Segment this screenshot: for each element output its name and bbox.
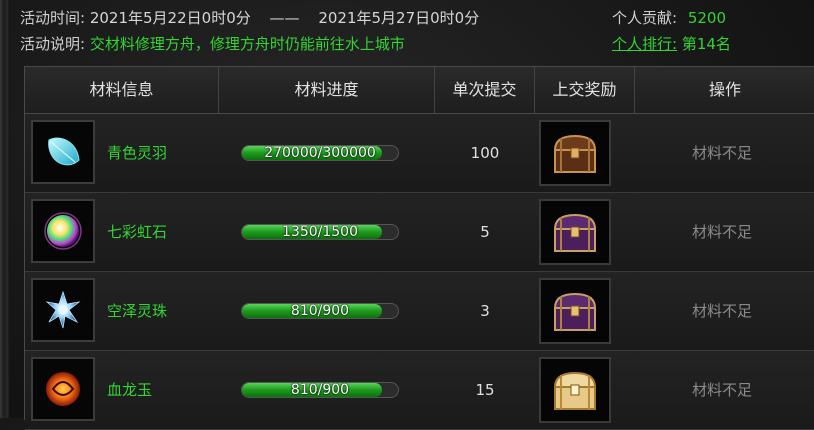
reward-slot[interactable] [539, 120, 611, 186]
cyan-feather-icon [48, 137, 80, 166]
blood-dragon-jade-icon [46, 372, 80, 406]
rank-value: 第14名 [681, 35, 731, 53]
window-frame [0, 0, 10, 418]
event-desc-label: 活动说明: [20, 35, 86, 53]
event-time-label: 活动时间: [20, 9, 86, 27]
progress-text: 810/900 [290, 303, 350, 319]
reward-slot[interactable] [539, 278, 611, 344]
rank: 个人排行: 第14名 [612, 34, 731, 54]
progress-text: 270000/300000 [264, 145, 376, 161]
col-single-submit: 单次提交 [435, 67, 535, 113]
submit-quantity: 100 [470, 144, 500, 162]
material-name: 血龙玉 [107, 381, 153, 399]
submit-quantity: 5 [480, 223, 490, 241]
material-name: 七彩虹石 [107, 223, 168, 241]
progress-text: 810/900 [290, 382, 350, 398]
progress-bar: 270000/300000 [241, 145, 399, 161]
action-status: 材料不足 [691, 302, 752, 320]
table-row: 血龙玉 810/900 15 材料不足 [25, 351, 814, 430]
col-material-info: 材料信息 [25, 67, 219, 113]
material-name: 青色灵羽 [107, 144, 168, 162]
submit-quantity: 3 [480, 302, 490, 320]
item-slot[interactable] [31, 120, 95, 184]
reward-slot[interactable] [539, 357, 611, 423]
bronze-chest-icon [553, 134, 597, 173]
submit-quantity: 15 [475, 381, 495, 399]
col-reward: 上交奖励 [535, 67, 635, 113]
event-time: 活动时间: 2021年5月22日0时0分 —— 2021年5月27日0时0分 [20, 8, 479, 28]
event-dash: —— [269, 9, 300, 27]
materials-table: 材料信息 材料进度 单次提交 上交奖励 操作 青色灵羽 270000/30000… [24, 66, 814, 430]
purple-chest-icon [553, 213, 597, 252]
gold-chest-icon [553, 371, 597, 410]
table-row: 七彩虹石 1350/1500 5 材料不足 [25, 193, 814, 272]
table-row: 青色灵羽 270000/300000 100 材料不足 [25, 114, 814, 193]
item-slot[interactable] [31, 278, 95, 342]
purple-chest-icon [553, 292, 597, 331]
material-name: 空泽灵珠 [107, 302, 168, 320]
item-slot[interactable] [31, 357, 95, 421]
rank-link[interactable]: 个人排行: [612, 35, 677, 53]
progress-bar: 810/900 [241, 382, 399, 398]
event-end: 2021年5月27日0时0分 [318, 9, 480, 27]
progress-bar: 810/900 [241, 303, 399, 319]
event-desc: 活动说明: 交材料修理方舟，修理方舟时仍能前往水上城市 [20, 34, 405, 54]
table-row: 空泽灵珠 810/900 3 材料不足 [25, 272, 814, 351]
reward-slot[interactable] [539, 199, 611, 265]
event-start: 2021年5月22日0时0分 [89, 9, 251, 27]
rainbow-stone-icon [44, 212, 82, 250]
action-status: 材料不足 [691, 381, 752, 399]
action-status: 材料不足 [691, 223, 752, 241]
spirit-pearl-icon [45, 290, 81, 329]
col-action: 操作 [708, 80, 741, 99]
item-slot[interactable] [31, 199, 95, 263]
contribution-label: 个人贡献: [612, 9, 678, 27]
col-material-progress: 材料进度 [219, 67, 435, 113]
progress-bar: 1350/1500 [241, 224, 399, 240]
contribution: 个人贡献: 5200 [612, 8, 726, 28]
event-desc-text: 交材料修理方舟，修理方舟时仍能前往水上城市 [89, 35, 405, 53]
action-status: 材料不足 [691, 144, 752, 162]
progress-text: 1350/1500 [282, 224, 358, 240]
table-header: 材料信息 材料进度 单次提交 上交奖励 操作 [25, 67, 814, 114]
contribution-value: 5200 [687, 9, 727, 27]
